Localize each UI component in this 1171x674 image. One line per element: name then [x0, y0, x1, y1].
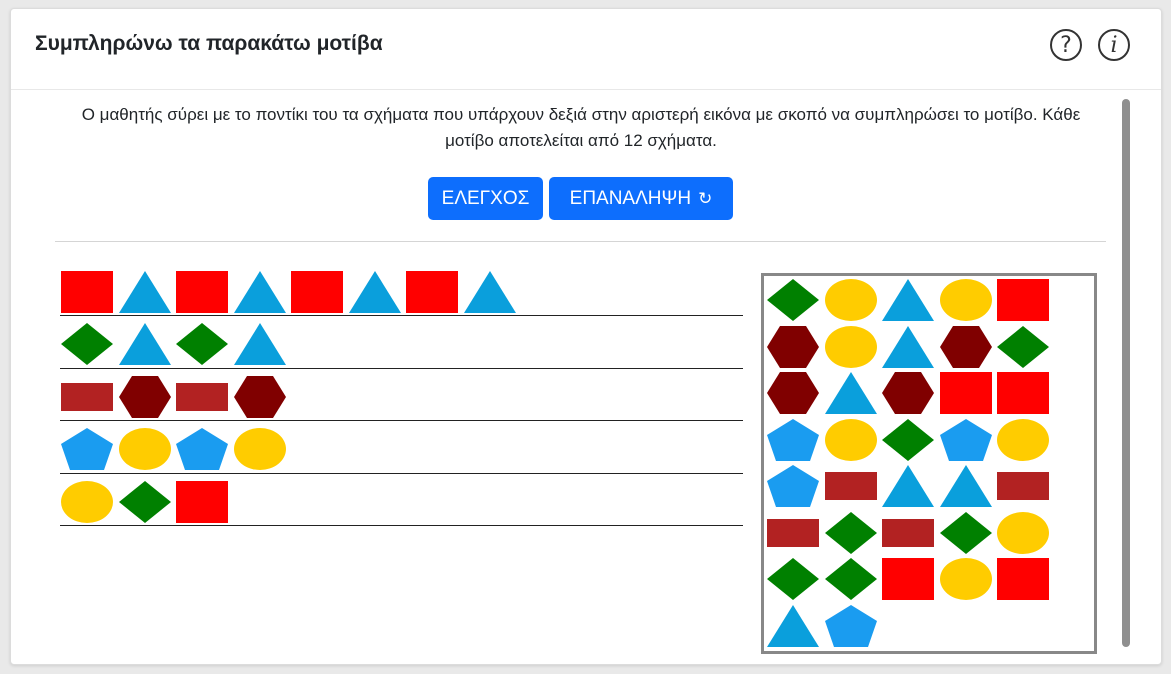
- diamond-shape[interactable]: [767, 558, 819, 600]
- hexagon-shape[interactable]: [767, 325, 819, 368]
- ellipse-shape: [233, 428, 286, 470]
- square-shape[interactable]: [882, 558, 934, 600]
- rect-shape[interactable]: [997, 465, 1049, 507]
- pattern-row-line: [60, 315, 743, 316]
- ellipse-shape[interactable]: [939, 558, 992, 600]
- pattern-row-line: [60, 473, 743, 474]
- diamond-shape[interactable]: [767, 279, 819, 321]
- scrollbar-thumb[interactable]: [1122, 99, 1130, 647]
- triangle-shape: [463, 271, 516, 313]
- pattern-row-line: [60, 525, 743, 526]
- triangle-shape[interactable]: [882, 465, 934, 507]
- square-shape: [176, 271, 228, 313]
- triangle-shape[interactable]: [939, 465, 992, 507]
- ellipse-shape[interactable]: [939, 279, 992, 321]
- triangle-shape: [348, 271, 401, 313]
- card-header: Συμπληρώνω τα παρακάτω μοτίβα ? i: [11, 9, 1161, 90]
- check-button-label: ΕΛΕΓΧΟΣ: [441, 187, 530, 209]
- divider: [55, 241, 1106, 242]
- square-shape[interactable]: [997, 279, 1049, 321]
- ellipse-shape[interactable]: [824, 418, 877, 461]
- diamond-shape[interactable]: [824, 558, 877, 600]
- hexagon-shape: [118, 376, 171, 418]
- rect-shape: [61, 376, 113, 418]
- diamond-shape: [176, 323, 228, 365]
- ellipse-shape: [61, 481, 113, 523]
- pattern-row-line: [60, 420, 743, 421]
- triangle-shape[interactable]: [882, 279, 934, 321]
- square-shape: [176, 481, 228, 523]
- reset-button-label: ΕΠΑΝΑΛΗΨΗ: [569, 187, 692, 209]
- square-shape[interactable]: [997, 372, 1049, 414]
- triangle-shape: [233, 271, 286, 313]
- refresh-icon: ↻: [698, 188, 713, 209]
- patterns-card: Συμπληρώνω τα παρακάτω μοτίβα ? i Ο μαθη…: [10, 8, 1162, 665]
- rect-shape[interactable]: [767, 512, 819, 554]
- rect-shape[interactable]: [882, 512, 934, 554]
- diamond-shape[interactable]: [824, 511, 877, 554]
- pentagon-shape[interactable]: [767, 418, 819, 461]
- square-shape: [291, 271, 343, 313]
- page-title: Συμπληρώνω τα παρακάτω μοτίβα: [35, 32, 383, 55]
- triangle-shape: [233, 323, 286, 365]
- rect-shape: [176, 376, 228, 418]
- square-shape: [406, 271, 458, 313]
- triangle-shape[interactable]: [824, 372, 877, 414]
- diamond-shape[interactable]: [882, 418, 934, 461]
- pentagon-shape: [176, 428, 228, 470]
- triangle-shape[interactable]: [767, 604, 819, 647]
- hexagon-shape[interactable]: [939, 325, 992, 368]
- square-shape[interactable]: [939, 372, 992, 414]
- pattern-row-line: [60, 368, 743, 369]
- diamond-shape[interactable]: [997, 325, 1049, 368]
- scrollbar[interactable]: [1122, 99, 1130, 654]
- pentagon-shape[interactable]: [767, 465, 819, 507]
- instructions-text: Ο μαθητής σύρει με το ποντίκι του τα σχή…: [81, 105, 1081, 150]
- ellipse-shape[interactable]: [824, 279, 877, 321]
- hexagon-shape[interactable]: [767, 372, 819, 414]
- check-button[interactable]: ΕΛΕΓΧΟΣ: [428, 177, 543, 220]
- triangle-shape: [118, 271, 171, 313]
- hexagon-shape: [233, 376, 286, 418]
- pentagon-shape[interactable]: [939, 418, 992, 461]
- triangle-shape: [118, 323, 171, 365]
- pentagon-shape: [61, 428, 113, 470]
- square-shape[interactable]: [997, 558, 1049, 600]
- rect-shape[interactable]: [824, 465, 877, 507]
- diamond-shape: [61, 323, 113, 365]
- ellipse-shape: [118, 428, 171, 470]
- diamond-shape: [118, 481, 171, 523]
- ellipse-shape[interactable]: [997, 511, 1049, 554]
- diamond-shape[interactable]: [939, 511, 992, 554]
- square-shape: [61, 271, 113, 313]
- help-icon[interactable]: ?: [1050, 29, 1082, 61]
- pentagon-shape[interactable]: [824, 604, 877, 647]
- info-icon[interactable]: i: [1098, 29, 1130, 61]
- ellipse-shape[interactable]: [997, 418, 1049, 461]
- hexagon-shape[interactable]: [882, 372, 934, 414]
- triangle-shape[interactable]: [882, 325, 934, 368]
- ellipse-shape[interactable]: [824, 325, 877, 368]
- reset-button[interactable]: ΕΠΑΝΑΛΗΨΗ ↻: [549, 177, 733, 220]
- shape-palette: [761, 273, 1097, 654]
